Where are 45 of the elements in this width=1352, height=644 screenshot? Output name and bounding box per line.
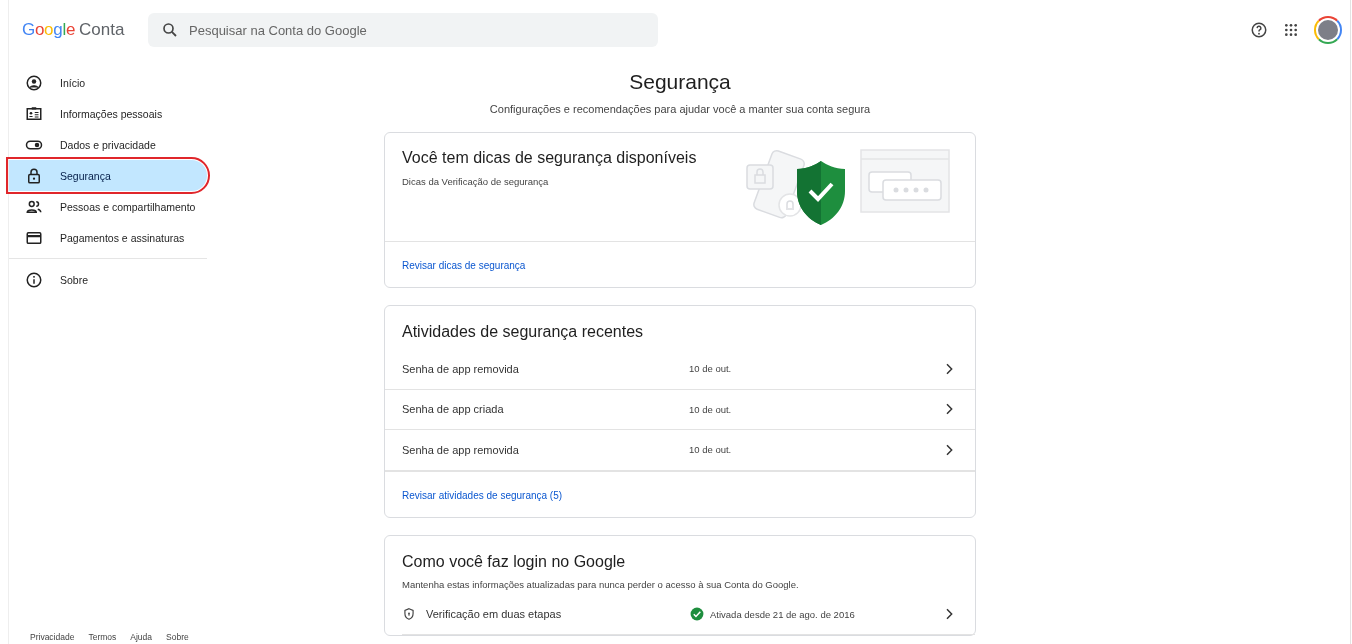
card-title: Atividades de segurança recentes	[401, 322, 645, 342]
footer-link[interactable]: Termos	[88, 632, 117, 642]
activity-row[interactable]: Senha de app removida 10 de out.	[385, 349, 975, 390]
apps-grid-icon	[1283, 22, 1299, 38]
activity-label: Senha de app removida	[402, 443, 520, 456]
info-icon	[25, 270, 43, 289]
id-card-icon	[25, 104, 43, 123]
account-circle-icon	[25, 73, 43, 92]
activity-label: Senha de app criada	[402, 403, 505, 416]
nav-item[interactable]: Início	[9, 67, 207, 98]
signin-row[interactable]: Verificação em duas etapas Ativada desde 21 de ago. de 2016	[402, 594, 975, 635]
avatar-placeholder	[1318, 20, 1338, 40]
shield-icon	[402, 607, 416, 621]
review-tips-link[interactable]: Revisar dicas de segurança	[402, 260, 526, 271]
page-subtitle: Configurações e recomendações para ajudar você a manter sua conta segura	[488, 103, 872, 115]
activity-label: Senha de app removida	[402, 362, 520, 375]
footer-link[interactable]: Ajuda	[130, 632, 153, 642]
footer-link[interactable]: Privacidade	[30, 632, 75, 642]
activity-row[interactable]: Senha de app removida 10 de out.	[385, 430, 975, 471]
signin-status: Ativada desde 21 de ago. de 2016	[710, 608, 855, 620]
footer-link[interactable]: Sobre	[166, 632, 189, 642]
signin-label: Verificação em duas etapas	[426, 608, 563, 620]
nav-item[interactable]: Informações pessoais	[9, 98, 207, 129]
nav-item[interactable]: Pagamentos e assinaturas	[9, 222, 207, 253]
activity-row[interactable]: Senha de app criada 10 de out.	[385, 389, 975, 430]
nav-item[interactable]: Pessoas e compartilhamento	[9, 191, 207, 222]
google-logo[interactable]: Google	[22, 20, 76, 40]
search-icon	[161, 21, 179, 39]
card-title: Você tem dicas de segurança disponíveis	[402, 149, 697, 167]
review-activity-link[interactable]: Revisar atividades de segurança (5)	[402, 489, 563, 501]
activity-date: 10 de out.	[689, 403, 733, 415]
card-subtitle: Dicas da Verificação de segurança	[402, 176, 550, 187]
activity-date: 10 de out.	[689, 444, 733, 456]
card-title: Como você faz login no Google	[401, 551, 627, 572]
lock-icon	[25, 166, 43, 185]
product-name: Conta	[79, 20, 125, 40]
nav-item[interactable]: Dados e privacidade	[9, 129, 207, 160]
activity-date: 10 de out.	[689, 363, 733, 375]
help-icon	[1250, 21, 1268, 39]
nav-item[interactable]: Segurança	[9, 160, 207, 191]
nav-item[interactable]: Sobre	[9, 264, 207, 295]
search-field[interactable]: Pesquisar na Conta do Google	[148, 13, 658, 47]
page-title: Segurança	[628, 70, 732, 94]
avatar-ring[interactable]	[1314, 16, 1342, 44]
card-description: Mantenha estas informações atualizadas para nunca perder o acesso à sua Conta do Google.	[401, 578, 800, 592]
